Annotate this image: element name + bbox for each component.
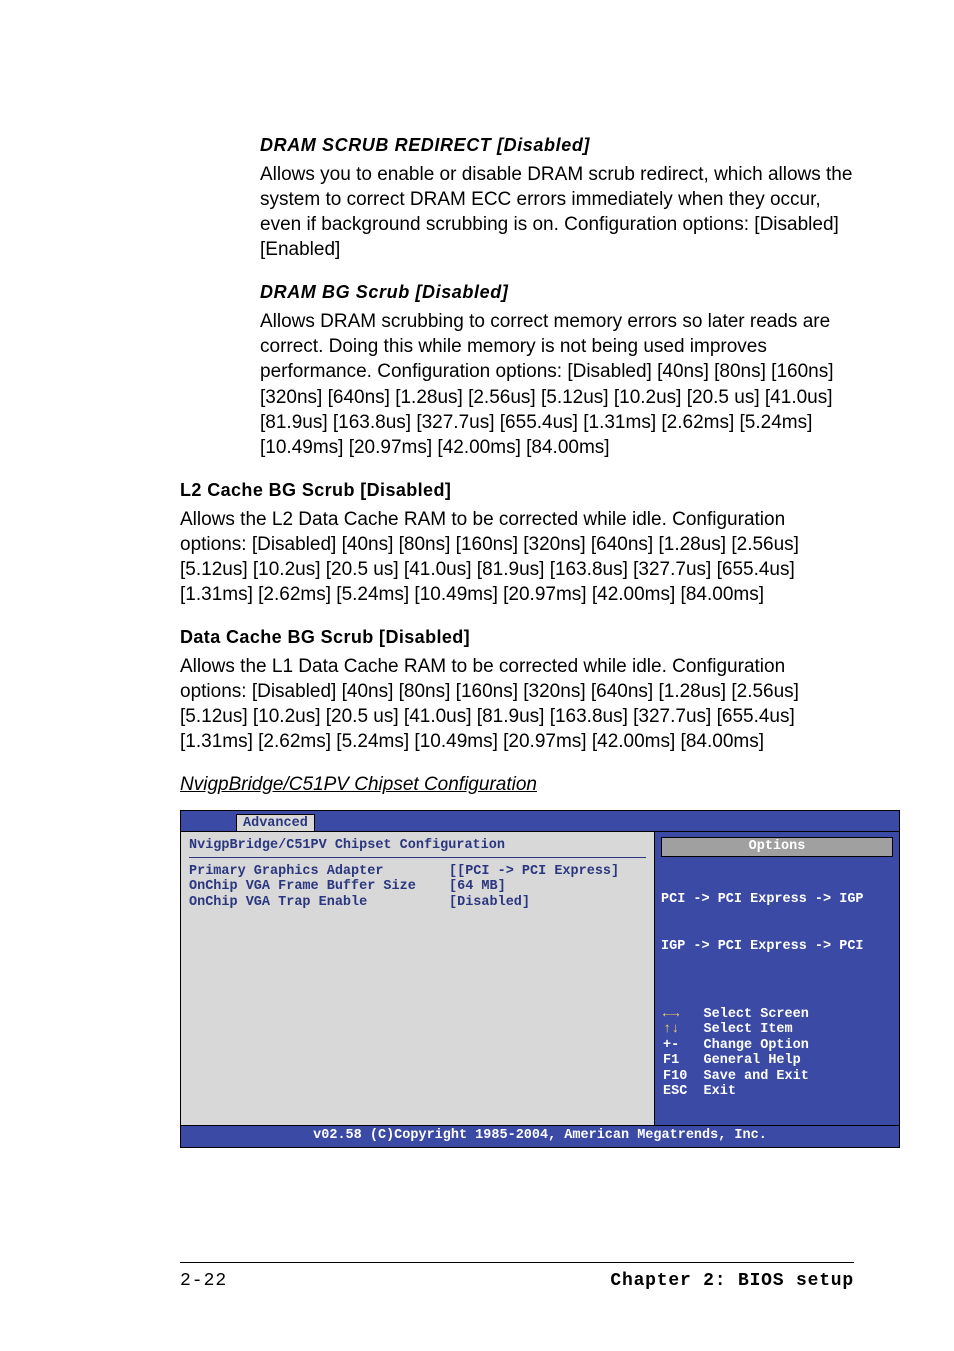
bios-option-row: Primary Graphics Adapter [[PCI -> PCI Ex… (189, 864, 646, 880)
bios-help-desc: General Help (704, 1053, 801, 1068)
bios-option-row: OnChip VGA Frame Buffer Size [64 MB] (189, 879, 646, 895)
bios-help-block: ←→ Select Screen ↑↓ Select Item +- Chang… (655, 985, 899, 1125)
bios-option-label: OnChip VGA Frame Buffer Size (189, 879, 449, 895)
bios-help-key: +- (663, 1038, 679, 1053)
heading-l2-cache-bg-scrub: L2 Cache BG Scrub [Disabled] (180, 480, 854, 501)
bios-help-desc: Exit (704, 1084, 736, 1099)
bios-left-panel: NvigpBridge/C51PV Chipset Configuration … (181, 831, 654, 1125)
paragraph: Allows you to enable or disable DRAM scr… (260, 162, 854, 262)
bios-help-desc: Change Option (704, 1038, 809, 1053)
paragraph: Allows the L2 Data Cache RAM to be corre… (180, 507, 854, 607)
bios-option-label: Primary Graphics Adapter (189, 864, 449, 880)
bios-option-label: OnChip VGA Trap Enable (189, 895, 449, 911)
chapter-title: Chapter 2: BIOS setup (610, 1271, 854, 1291)
arrow-left-right-icon: ←→ (663, 1007, 679, 1022)
bios-option-value: [Disabled] (449, 895, 530, 911)
bios-tab-advanced: Advanced (236, 814, 315, 833)
heading-dram-bg-scrub: DRAM BG Scrub [Disabled] (260, 282, 854, 303)
paragraph: Allows the L1 Data Cache RAM to be corre… (180, 654, 854, 754)
bios-help-desc: Select Screen (704, 1007, 809, 1022)
subheading-chipset-config: NvigpBridge/C51PV Chipset Configuration (180, 774, 854, 796)
bios-help-key: ESC (663, 1084, 687, 1099)
bios-option-value: [64 MB] (449, 879, 506, 895)
bios-screenshot: Advanced NvigpBridge/C51PV Chipset Confi… (180, 810, 900, 1147)
heading-data-cache-bg-scrub: Data Cache BG Scrub [Disabled] (180, 627, 854, 648)
heading-dram-scrub-redirect: DRAM SCRUB REDIRECT [Disabled] (260, 135, 854, 156)
bios-help-key: F10 (663, 1069, 687, 1084)
page-number: 2-22 (180, 1271, 227, 1291)
bios-options-line: IGP -> PCI Express -> PCI (661, 939, 893, 955)
bios-help-key: F1 (663, 1053, 679, 1068)
bios-right-panel: Options PCI -> PCI Express -> IGP IGP ->… (654, 831, 899, 1125)
bios-options-line: PCI -> PCI Express -> IGP (661, 892, 893, 908)
bios-help-desc: Select Item (704, 1022, 793, 1037)
bios-help-desc: Save and Exit (704, 1069, 809, 1084)
bios-option-value: [[PCI -> PCI Express] (449, 864, 619, 880)
arrow-up-down-icon: ↑↓ (663, 1022, 679, 1037)
bios-panel-title: NvigpBridge/C51PV Chipset Configuration (189, 838, 646, 854)
bios-options-title: Options (661, 837, 893, 857)
paragraph: Allows DRAM scrubbing to correct memory … (260, 309, 854, 459)
bios-option-row: OnChip VGA Trap Enable [Disabled] (189, 895, 646, 911)
bios-footer: v02.58 (C)Copyright 1985-2004, American … (181, 1125, 899, 1147)
